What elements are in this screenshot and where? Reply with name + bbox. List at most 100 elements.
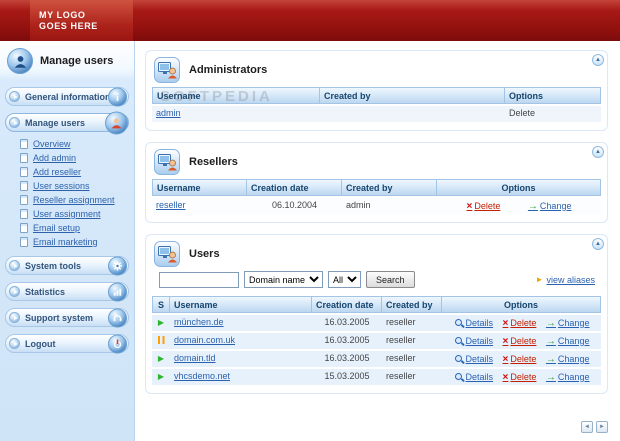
table-row: admin Delete xyxy=(152,106,601,122)
sidebar-subitem-overview[interactable]: Overview xyxy=(20,137,134,151)
delete-label: Delete xyxy=(510,334,536,349)
subitem-link[interactable]: User sessions xyxy=(33,181,90,191)
previous-page-button[interactable]: ◄ xyxy=(581,421,593,433)
user-domain-link[interactable]: domain.com.uk xyxy=(174,335,235,345)
details-link[interactable]: Details xyxy=(454,370,494,385)
arrow-bullet-icon xyxy=(9,286,20,297)
delete-x-icon: × xyxy=(503,334,509,349)
status-suspended-icon xyxy=(158,336,161,344)
collapse-administrators-button[interactable]: ▲ xyxy=(592,54,604,66)
creation-date-cell: 06.10.2004 xyxy=(247,198,342,214)
power-icon xyxy=(108,334,127,353)
subitem-link[interactable]: User assignment xyxy=(33,209,101,219)
search-field-select[interactable]: Domain name xyxy=(244,271,323,288)
creation-date-cell: 16.03.2005 xyxy=(312,315,382,331)
column-header-username: Username xyxy=(152,179,247,196)
sidebar-title: Manage users xyxy=(40,55,113,67)
logo-line-1: MY LOGO xyxy=(39,10,133,20)
details-link[interactable]: Details xyxy=(454,352,494,367)
search-button[interactable]: Search xyxy=(366,271,415,288)
document-icon xyxy=(20,237,28,247)
subitem-link[interactable]: Add admin xyxy=(33,153,76,163)
details-label: Details xyxy=(466,352,494,367)
sidebar-subitem-user-sessions[interactable]: User sessions xyxy=(20,179,134,193)
collapse-resellers-button[interactable]: ▲ xyxy=(592,146,604,158)
subitem-link[interactable]: Overview xyxy=(33,139,71,149)
sidebar-item-system-tools[interactable]: System tools xyxy=(5,256,129,275)
delete-link[interactable]: ×Delete xyxy=(503,352,537,367)
delete-link[interactable]: ×Delete xyxy=(503,316,537,331)
users-panel: ▲ Users Domain name All Search ► view al… xyxy=(145,234,608,394)
column-header-status: S xyxy=(152,296,170,313)
change-label: Change xyxy=(540,199,572,214)
sidebar-subitem-add-reseller[interactable]: Add reseller xyxy=(20,165,134,179)
delete-link[interactable]: ×Delete xyxy=(467,199,501,214)
sidebar-item-label: System tools xyxy=(25,261,81,271)
view-aliases-link[interactable]: view aliases xyxy=(546,275,595,285)
details-link[interactable]: Details xyxy=(454,316,494,331)
sidebar-item-logout[interactable]: Logout xyxy=(5,334,129,353)
details-magnifier-icon xyxy=(454,354,464,364)
sidebar-item-general-information[interactable]: General information xyxy=(5,87,129,106)
reseller-username-link[interactable]: reseller xyxy=(156,200,186,210)
resellers-panel-icon xyxy=(154,149,180,175)
column-header-options: Options xyxy=(505,87,601,104)
change-link[interactable]: →Change xyxy=(528,199,572,214)
delete-label: Delete xyxy=(510,370,536,385)
bar-chart-icon xyxy=(108,282,127,301)
column-header-options: Options xyxy=(442,296,601,313)
subitem-link[interactable]: Email setup xyxy=(33,223,80,233)
change-link[interactable]: →Change xyxy=(546,352,590,367)
user-domain-link[interactable]: domain.tld xyxy=(174,353,216,363)
collapse-users-button[interactable]: ▲ xyxy=(592,238,604,250)
sidebar-item-support-system[interactable]: Support system xyxy=(5,308,129,327)
subitem-link[interactable]: Email marketing xyxy=(33,237,98,247)
manage-users-submenu: Overview Add admin Add reseller User ses… xyxy=(20,137,134,249)
sidebar-item-statistics[interactable]: Statistics xyxy=(5,282,129,301)
info-icon xyxy=(108,87,127,106)
next-page-button[interactable]: ► xyxy=(596,421,608,433)
search-input[interactable] xyxy=(159,272,239,288)
created-by-cell: reseller xyxy=(382,351,442,367)
details-label: Details xyxy=(466,370,494,385)
gear-icon xyxy=(108,256,127,275)
sidebar-subitem-user-assignment[interactable]: User assignment xyxy=(20,207,134,221)
admin-username-link[interactable]: admin xyxy=(156,108,181,118)
user-domain-link[interactable]: münchen.de xyxy=(174,317,224,327)
subitem-link[interactable]: Add reseller xyxy=(33,167,81,177)
resellers-panel-title: Resellers xyxy=(189,156,238,168)
sidebar-item-label: General information xyxy=(25,92,111,102)
sidebar-item-manage-users[interactable]: Manage users xyxy=(5,113,129,132)
creation-date-cell: 16.03.2005 xyxy=(312,351,382,367)
change-link[interactable]: →Change xyxy=(546,370,590,385)
sidebar-subitem-email-setup[interactable]: Email setup xyxy=(20,221,134,235)
sidebar-subitem-reseller-assignment[interactable]: Reseller assignment xyxy=(20,193,134,207)
table-row: ▶ vhcsdemo.net 15.03.2005 reseller Detai… xyxy=(152,369,601,385)
delete-link[interactable]: ×Delete xyxy=(503,334,537,349)
document-icon xyxy=(20,209,28,219)
details-link[interactable]: Details xyxy=(454,334,494,349)
arrow-bullet-icon xyxy=(9,312,20,323)
sidebar-subitem-email-marketing[interactable]: Email marketing xyxy=(20,235,134,249)
table-row: ▶ domain.tld 16.03.2005 reseller Details… xyxy=(152,351,601,367)
column-header-created-by: Created by xyxy=(382,296,442,313)
change-link[interactable]: →Change xyxy=(546,316,590,331)
sidebar-item-label: Statistics xyxy=(25,287,65,297)
sidebar-subitem-add-admin[interactable]: Add admin xyxy=(20,151,134,165)
change-link[interactable]: →Change xyxy=(546,334,590,349)
change-arrow-icon: → xyxy=(546,334,556,349)
column-header-creation-date: Creation date xyxy=(247,179,342,196)
subitem-link[interactable]: Reseller assignment xyxy=(33,195,115,205)
sidebar: Manage users General information Manage … xyxy=(0,41,135,441)
delete-link[interactable]: ×Delete xyxy=(503,370,537,385)
change-label: Change xyxy=(558,370,590,385)
headset-icon xyxy=(108,308,127,327)
column-header-creation-date: Creation date xyxy=(312,296,382,313)
delete-x-icon: × xyxy=(467,199,473,214)
creation-date-cell: 16.03.2005 xyxy=(312,333,382,349)
user-domain-link[interactable]: vhcsdemo.net xyxy=(174,371,230,381)
search-filter-select[interactable]: All xyxy=(328,271,361,288)
users-icon xyxy=(105,111,128,134)
details-magnifier-icon xyxy=(454,336,464,346)
column-header-options: Options xyxy=(437,179,601,196)
